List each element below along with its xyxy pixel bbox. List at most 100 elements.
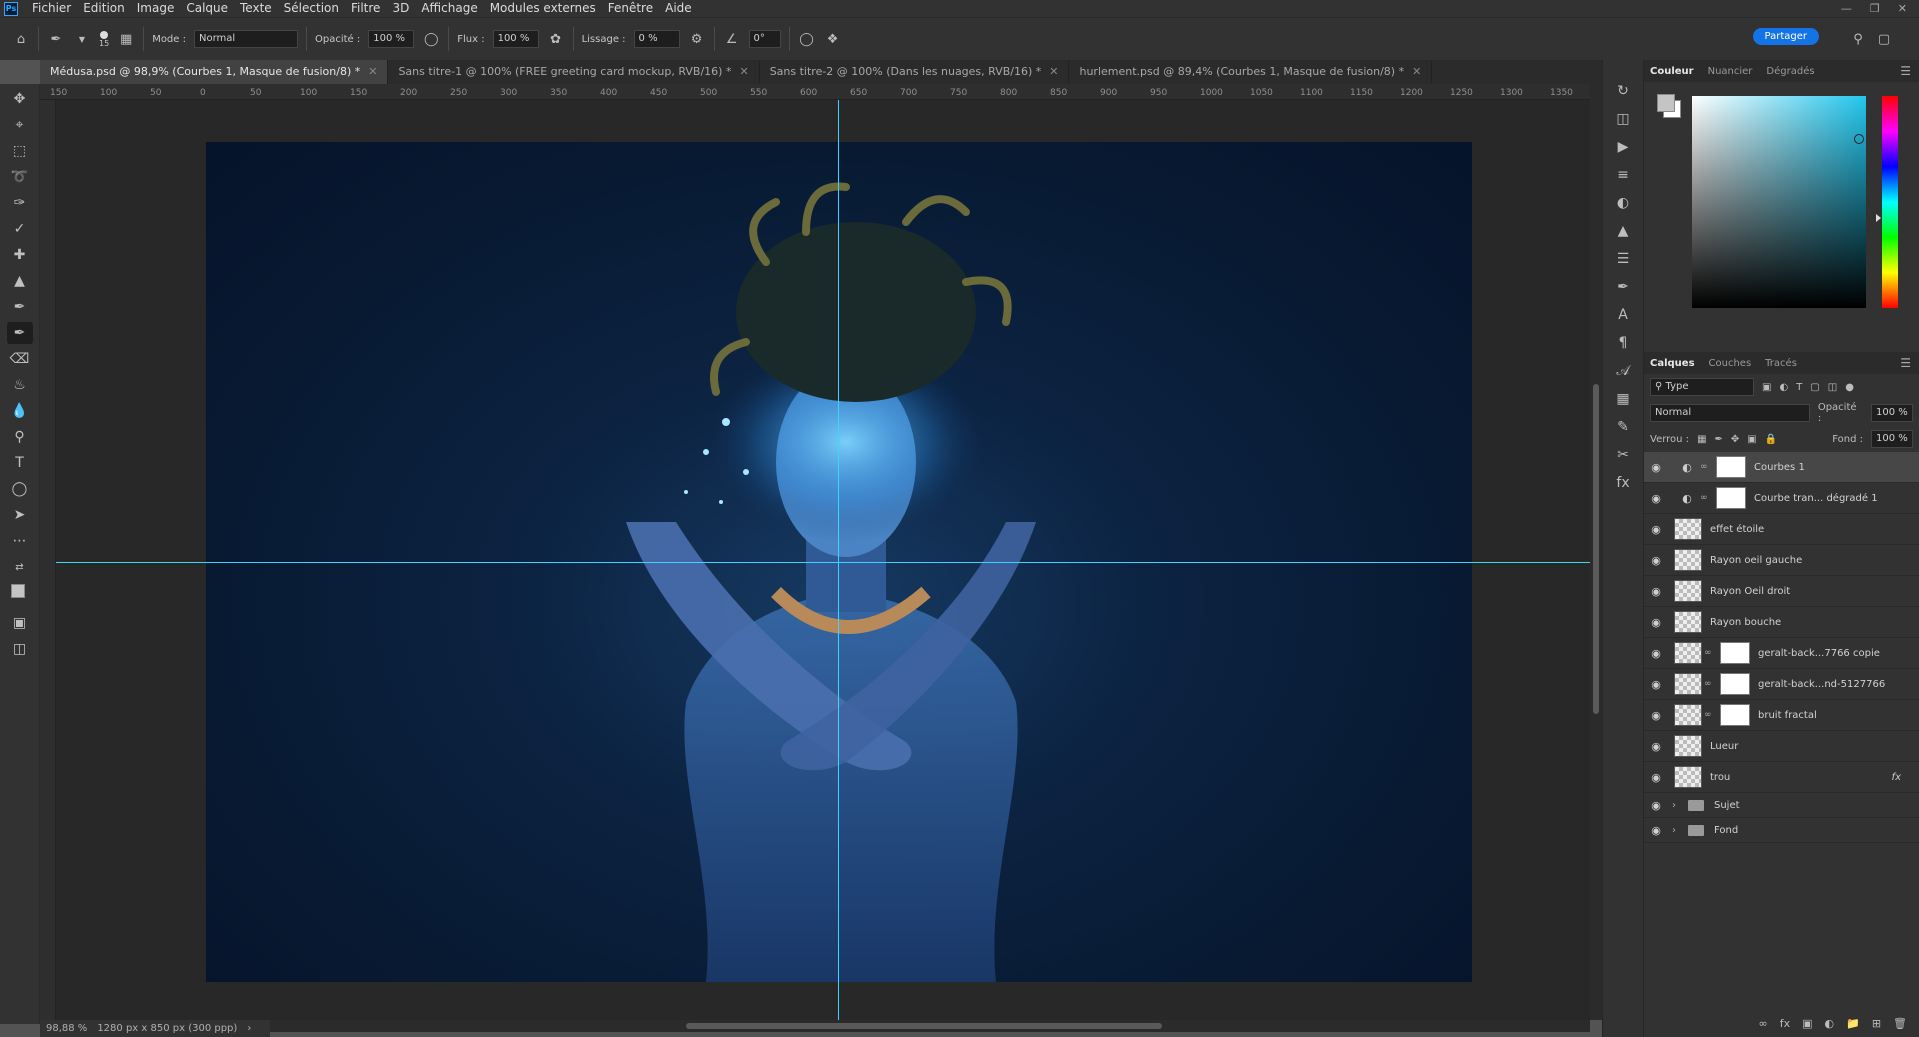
home-icon[interactable]: ⌂ [12, 30, 30, 48]
sliders-icon[interactable]: ☰ [1611, 248, 1635, 270]
vertical-scrollbar[interactable] [1590, 84, 1602, 1020]
character-icon[interactable]: A [1611, 304, 1635, 326]
layer-name[interactable]: Rayon oeil gauche [1710, 555, 1802, 566]
flow-field[interactable]: 100 % [492, 30, 539, 48]
layer-name[interactable]: effet étoile [1710, 524, 1764, 535]
eye-icon[interactable]: ◉ [1644, 492, 1668, 505]
libraries-icon[interactable]: ◫ [1611, 108, 1635, 130]
menu-affichage[interactable]: Affichage [415, 0, 483, 17]
blend-mode-select[interactable]: Normal [1650, 404, 1810, 422]
panel-menu-icon[interactable]: ☰ [1900, 64, 1911, 78]
dodge-tool-icon[interactable]: ⚲ [7, 426, 33, 448]
fill-field[interactable]: 100 % [1871, 430, 1913, 448]
new-group-icon[interactable]: 📁 [1846, 1017, 1860, 1030]
history-brush-icon[interactable]: ✒ [7, 296, 33, 318]
smart-object-thumbnail[interactable] [1674, 642, 1702, 664]
layer-thumbnail[interactable] [1674, 549, 1702, 571]
search-icon[interactable]: ⚲ [1849, 30, 1867, 48]
layer-row[interactable]: ◉ Rayon Oeil droit [1644, 576, 1919, 607]
adjustments-icon[interactable]: ◐ [1611, 192, 1635, 214]
brush-size-picker[interactable]: 15 [99, 30, 109, 48]
layer-row[interactable]: ◉ ◐ ∞ Courbe tran... dégradé 1 [1644, 483, 1919, 514]
layer-row[interactable]: ◉ Rayon oeil gauche [1644, 545, 1919, 576]
chevron-right-icon[interactable]: › [1672, 825, 1684, 836]
filter-smart-icon[interactable]: ◫ [1828, 382, 1837, 393]
layer-mask-thumbnail[interactable] [1716, 456, 1746, 478]
stamp-tool-icon[interactable]: ▲ [7, 270, 33, 292]
menu-fenetre[interactable]: Fenêtre [602, 0, 659, 17]
eye-icon[interactable]: ◉ [1644, 678, 1668, 691]
layer-row[interactable]: ◉ Lueur [1644, 731, 1919, 762]
pen-tool-icon[interactable]: ✑ [7, 192, 33, 214]
layer-name[interactable]: bruit fractal [1758, 710, 1817, 721]
link-icon[interactable]: ∞ [1704, 710, 1714, 720]
menu-modules-externes[interactable]: Modules externes [484, 0, 602, 17]
layer-name[interactable]: Courbes 1 [1754, 462, 1805, 473]
guide-horizontal[interactable] [56, 562, 1590, 563]
eye-icon[interactable]: ◉ [1644, 709, 1668, 722]
healing-tool-icon[interactable]: ✚ [7, 244, 33, 266]
path-selection-icon[interactable]: ➤ [7, 504, 33, 526]
group-name[interactable]: Sujet [1714, 800, 1740, 811]
layer-name[interactable]: trou [1710, 772, 1730, 783]
layer-thumbnail[interactable] [1674, 704, 1702, 726]
lock-all-icon[interactable]: 🔒 [1765, 434, 1777, 445]
foreground-background-swatch[interactable] [7, 582, 33, 608]
link-icon[interactable]: ∞ [1700, 493, 1710, 503]
layer-row[interactable]: ◉ ∞ bruit fractal [1644, 700, 1919, 731]
canvas-area[interactable] [56, 100, 1590, 1020]
layer-row[interactable]: ◉ ∞ geralt-back...7766 copie [1644, 638, 1919, 669]
add-style-icon[interactable]: fx [1780, 1017, 1790, 1030]
eye-icon[interactable]: ◉ [1644, 461, 1668, 474]
fx-icon[interactable]: fx [1611, 472, 1635, 494]
filter-adjustment-icon[interactable]: ◐ [1779, 382, 1788, 393]
lock-transparency-icon[interactable]: ▦ [1697, 434, 1706, 445]
gear-icon[interactable]: ⚙ [688, 30, 706, 48]
swap-colors-icon[interactable]: ⇄ [7, 556, 33, 578]
chevron-right-icon[interactable]: › [247, 1023, 251, 1034]
eraser-tool-icon[interactable]: ⌫ [7, 348, 33, 370]
layer-mask-thumbnail[interactable] [1720, 704, 1750, 726]
group-name[interactable]: Fond [1714, 825, 1738, 836]
layer-mask-thumbnail[interactable] [1716, 487, 1746, 509]
symmetry-icon[interactable]: ❖ [824, 30, 842, 48]
menu-3d[interactable]: 3D [386, 0, 415, 17]
angle-field[interactable]: 0° [748, 30, 781, 48]
zoom-level[interactable]: 98,88 % [46, 1023, 87, 1034]
workspace-icon[interactable]: ▢ [1875, 30, 1893, 48]
menu-selection[interactable]: Sélection [278, 0, 345, 17]
guide-vertical[interactable] [838, 100, 839, 1020]
layer-thumbnail[interactable] [1674, 735, 1702, 757]
eye-icon[interactable]: ◉ [1644, 824, 1668, 837]
link-icon[interactable]: ∞ [1704, 679, 1714, 689]
lock-paint-icon[interactable]: ✒ [1715, 434, 1723, 445]
layer-thumbnail[interactable] [1674, 611, 1702, 633]
airbrush-icon[interactable]: ✿ [547, 30, 565, 48]
screen-mode-icon[interactable]: ◫ [7, 638, 33, 660]
color-field[interactable] [1692, 96, 1866, 308]
layer-row[interactable]: ◉ ∞ geralt-back...nd-5127766 [1644, 669, 1919, 700]
close-icon[interactable]: ✕ [1898, 2, 1907, 15]
scroll-thumb[interactable] [686, 1023, 1162, 1029]
tab-traces[interactable]: Tracés [1765, 358, 1797, 369]
menu-fichier[interactable]: Fichier [26, 0, 77, 17]
layer-row[interactable]: ◉ Rayon bouche [1644, 607, 1919, 638]
scroll-thumb[interactable] [1593, 384, 1599, 714]
chevron-down-icon[interactable]: ▼ [73, 30, 91, 48]
layer-mask-thumbnail[interactable] [1720, 642, 1750, 664]
layer-name[interactable]: Rayon Oeil droit [1710, 586, 1790, 597]
move-tool-icon[interactable]: ✥ [7, 88, 33, 110]
link-icon[interactable]: ∞ [1700, 462, 1710, 472]
mode-select[interactable]: Normal [193, 30, 298, 48]
pressure-size-icon[interactable]: ◯ [798, 30, 816, 48]
menu-aide[interactable]: Aide [659, 0, 698, 17]
new-adjustment-icon[interactable]: ◐ [1825, 1017, 1835, 1030]
ellipse-tool-icon[interactable]: ◯ [7, 478, 33, 500]
close-icon[interactable]: ✕ [1049, 65, 1058, 78]
lasso-tool-icon[interactable]: ➰ [7, 166, 33, 188]
eyedropper-tool-icon[interactable]: ✓ [7, 218, 33, 240]
menu-edition[interactable]: Edition [77, 0, 131, 17]
filter-pixel-icon[interactable]: ▣ [1762, 382, 1771, 393]
close-icon[interactable]: ✕ [368, 65, 377, 78]
tab-hurlement[interactable]: hurlement.psd @ 89,4% (Courbes 1, Masque… [1069, 60, 1433, 84]
